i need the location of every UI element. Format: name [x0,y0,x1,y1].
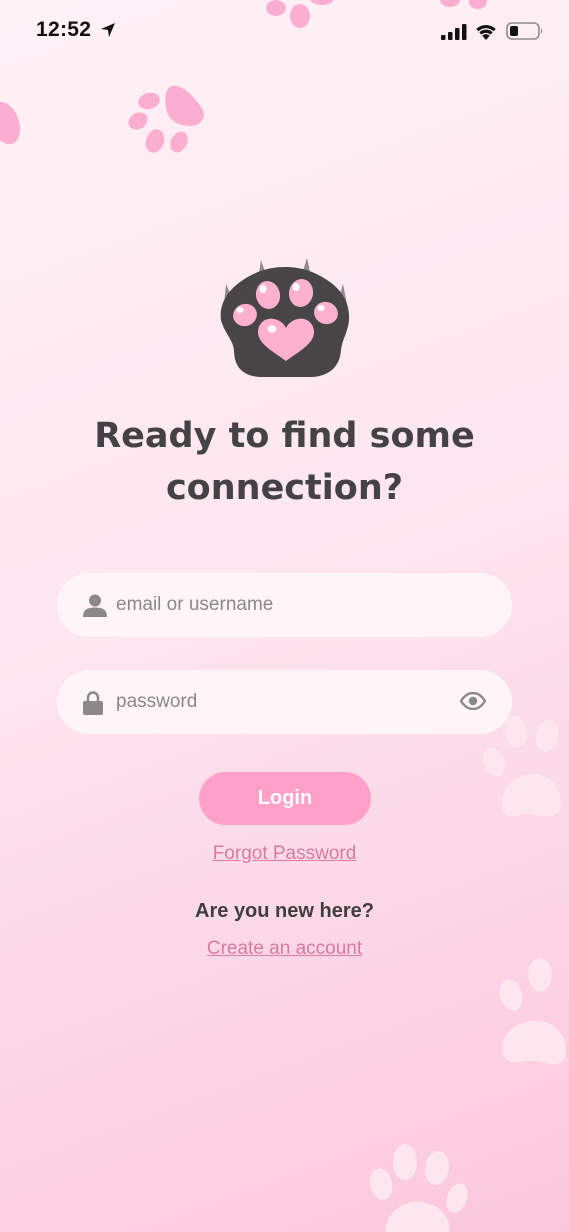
location-arrow-icon [101,23,115,37]
paw-print-decoration-icon [0,101,20,145]
paw-print-decoration-icon [128,85,205,153]
password-input[interactable] [116,670,446,734]
paw-logo-icon [220,258,350,377]
email-field[interactable] [57,573,512,637]
create-account-link[interactable]: Create an account [0,938,569,960]
paw-print-decoration-icon [499,958,566,1065]
battery-icon [506,22,543,40]
paw-print-decoration-icon [266,0,334,28]
status-time: 12:52 [36,18,92,41]
forgot-password-link[interactable]: Forgot Password [0,843,569,865]
login-button[interactable]: Login [199,772,371,825]
new-here-text: Are you new here? [195,900,374,922]
password-field[interactable] [57,670,512,734]
paw-print-decoration-icon [369,1144,468,1232]
wifi-icon [476,24,496,40]
lock-icon [83,691,103,715]
email-input[interactable] [116,573,446,637]
user-icon [83,594,107,617]
page-title: Ready to find some connection? [94,416,475,508]
paw-print-decoration-icon [440,0,487,9]
cellular-signal-icon [441,24,467,40]
eye-icon[interactable] [460,692,486,710]
